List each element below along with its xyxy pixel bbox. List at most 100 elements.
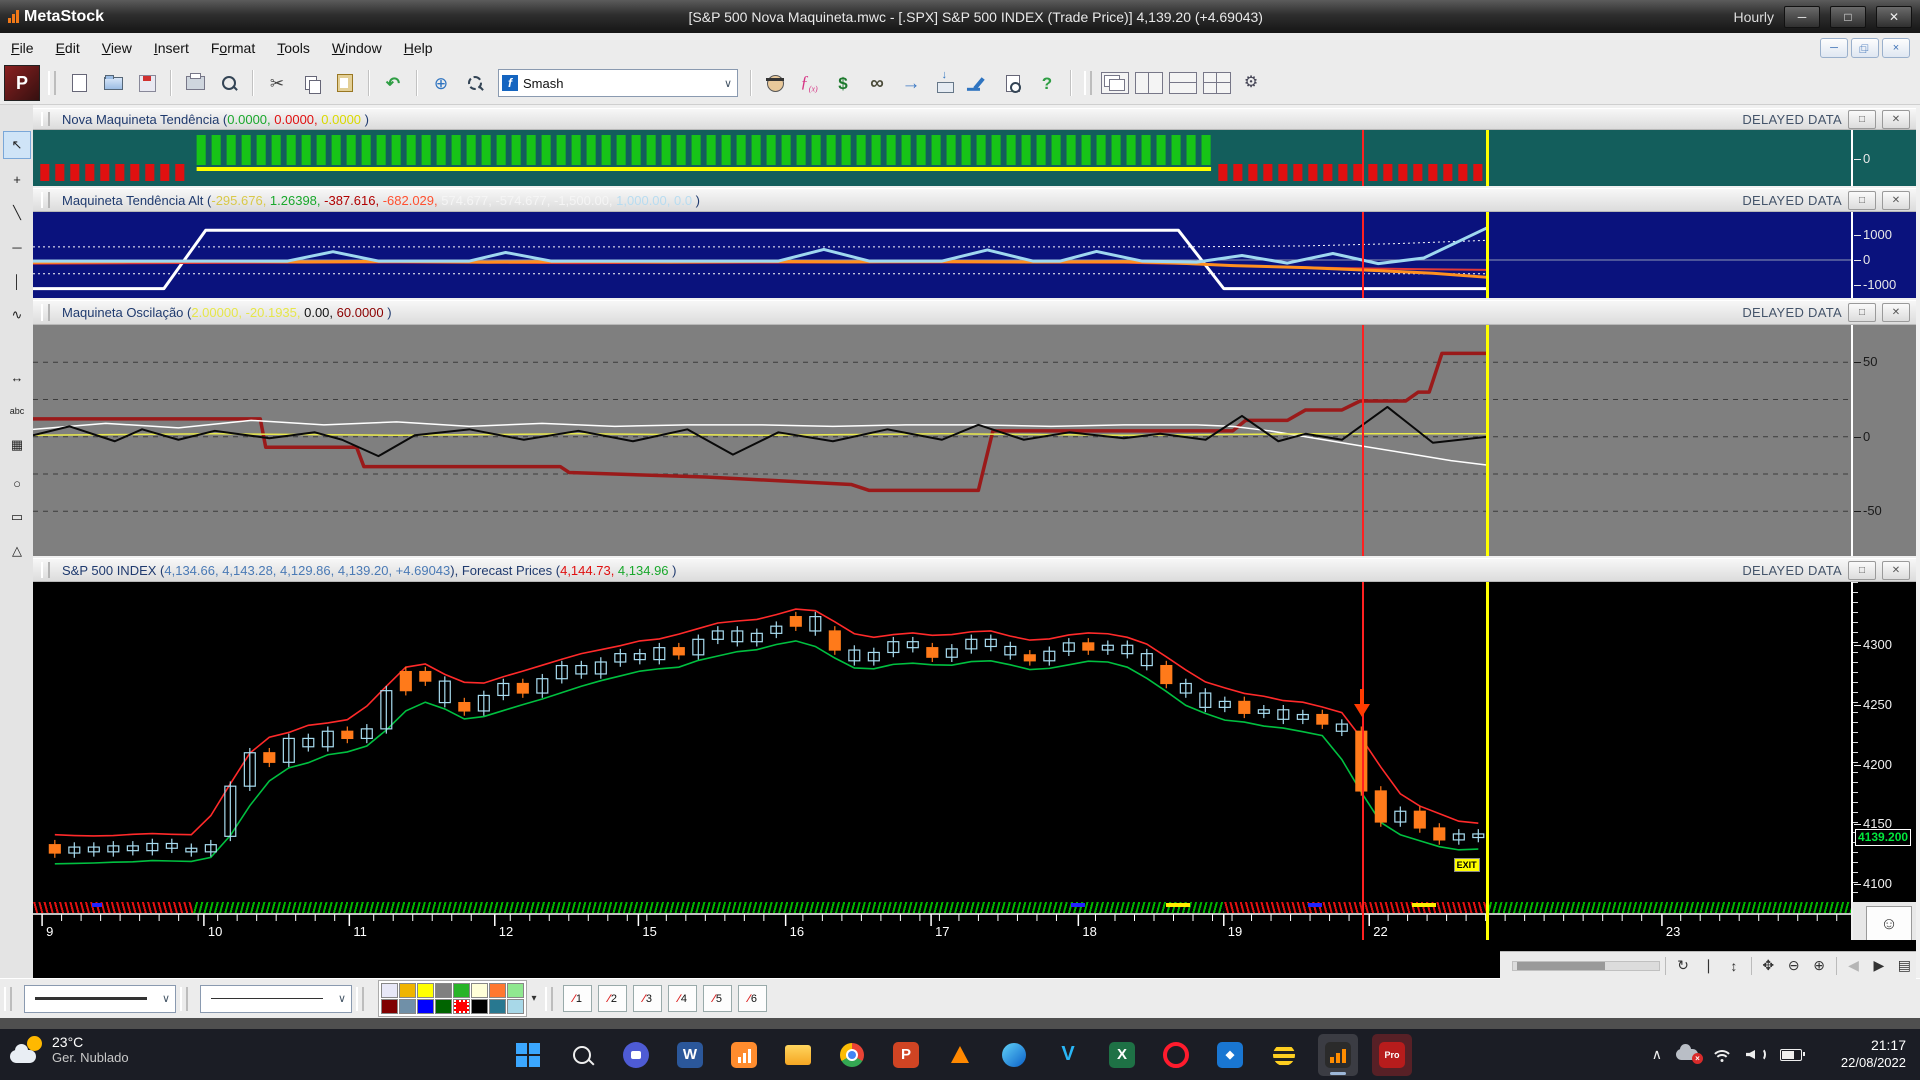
- chart-layout-6-button[interactable]: ∕ 6: [738, 985, 767, 1012]
- taskbar-app-market-app[interactable]: [724, 1034, 764, 1076]
- tool-trendline[interactable]: ╲: [3, 199, 31, 227]
- zoom-out-button[interactable]: ⊖: [1782, 955, 1805, 977]
- mdi-close-button[interactable]: ×: [1882, 37, 1910, 58]
- save-button[interactable]: [132, 68, 162, 98]
- tool-vertical-line[interactable]: │: [3, 267, 31, 295]
- tool-text-tool[interactable]: abc: [3, 397, 31, 425]
- mdi-minimize-button[interactable]: ─: [1820, 37, 1848, 58]
- refresh-button[interactable]: ↻: [1671, 955, 1694, 977]
- print-button[interactable]: [180, 68, 210, 98]
- color-swatch[interactable]: [453, 983, 470, 998]
- taskbar-app-bee[interactable]: [1264, 1034, 1304, 1076]
- dollar-quotes-button[interactable]: $: [828, 68, 858, 98]
- panel-close-button[interactable]: ✕: [1882, 560, 1910, 580]
- color-swatch[interactable]: [435, 999, 452, 1014]
- explorer-button[interactable]: [760, 68, 790, 98]
- color-swatch[interactable]: [453, 999, 470, 1014]
- color-swatch[interactable]: [489, 999, 506, 1014]
- taskbar-app-chat[interactable]: [616, 1034, 656, 1076]
- tool-horizontal-line[interactable]: ─: [3, 233, 31, 261]
- taskbar-app-start[interactable]: [508, 1034, 548, 1076]
- cut-button[interactable]: ✂: [262, 68, 292, 98]
- tool-grid-tool[interactable]: ▦: [3, 431, 31, 459]
- volume-icon[interactable]: [1746, 1048, 1766, 1061]
- zoom-in-button[interactable]: ⊕: [1807, 955, 1830, 977]
- copy-button[interactable]: [296, 68, 326, 98]
- menu-file[interactable]: File: [0, 35, 45, 61]
- status-grip[interactable]: [545, 986, 553, 1011]
- downloader-button[interactable]: [930, 68, 960, 98]
- palette-dropdown-arrow[interactable]: ▾: [527, 982, 541, 1016]
- taskbar-app-powerpoint[interactable]: P: [886, 1034, 926, 1076]
- color-swatch[interactable]: [507, 999, 524, 1014]
- panel-restore-button[interactable]: □: [1848, 190, 1876, 210]
- menu-format[interactable]: Format: [200, 35, 266, 61]
- color-swatch[interactable]: [435, 983, 452, 998]
- tool-triangle-tool[interactable]: △: [3, 537, 31, 565]
- color-swatch[interactable]: [381, 983, 398, 998]
- chart-layout-5-button[interactable]: ∕ 5: [703, 985, 732, 1012]
- taskbar-app-vlc[interactable]: [940, 1034, 980, 1076]
- taskbar-app-excel[interactable]: X: [1102, 1034, 1142, 1076]
- taskbar-app-chrome[interactable]: [832, 1034, 872, 1076]
- toolbar-grip[interactable]: [1084, 71, 1092, 95]
- color-swatch[interactable]: [471, 983, 488, 998]
- split-button[interactable]: ❘: [1697, 955, 1720, 977]
- status-grip[interactable]: [180, 986, 188, 1011]
- cascade-windows-button[interactable]: [1100, 68, 1130, 98]
- panel-close-button[interactable]: ✕: [1882, 109, 1910, 129]
- tool-crosshair[interactable]: +: [3, 165, 31, 193]
- taskbar-app-vscode[interactable]: V: [1048, 1034, 1088, 1076]
- onedrive-error-icon[interactable]: ×: [1676, 1044, 1703, 1064]
- layout-menu-button[interactable]: ▤: [1893, 955, 1916, 977]
- new-chart-button[interactable]: [64, 68, 94, 98]
- status-grip[interactable]: [356, 986, 364, 1011]
- color-swatch[interactable]: [489, 983, 506, 998]
- color-swatch[interactable]: [399, 983, 416, 998]
- paste-button[interactable]: [330, 68, 360, 98]
- panel-header-grip[interactable]: [41, 192, 50, 208]
- panel-header-grip[interactable]: [41, 112, 50, 126]
- taskbar-app-explorer[interactable]: [778, 1034, 818, 1076]
- close-button[interactable]: ✕: [1876, 5, 1912, 28]
- power-console-icon[interactable]: P: [4, 65, 40, 101]
- toolbar-grip[interactable]: [48, 71, 56, 95]
- vertical-zoom-button[interactable]: ↕: [1722, 955, 1745, 977]
- expert-advisor-button[interactable]: ☺: [1866, 906, 1912, 942]
- system-tester-button[interactable]: [964, 68, 994, 98]
- scan-securities-button[interactable]: ∞: [862, 68, 892, 98]
- plot-nova-maquineta-tendencia[interactable]: [33, 130, 1853, 186]
- line-style-combo[interactable]: ∨: [24, 984, 176, 1013]
- layout-options-button[interactable]: ⚙: [1236, 68, 1266, 98]
- taskbar-app-metastock[interactable]: [1318, 1033, 1358, 1076]
- scrollbar-thumb[interactable]: [1517, 961, 1605, 970]
- page-prev-button[interactable]: ◀: [1842, 955, 1865, 977]
- mdi-restore-button[interactable]: □: [1851, 37, 1879, 58]
- print-preview-button[interactable]: [214, 68, 244, 98]
- menu-view[interactable]: View: [91, 35, 143, 61]
- menu-tools[interactable]: Tools: [266, 35, 321, 61]
- menu-insert[interactable]: Insert: [143, 35, 200, 61]
- tile-vertical-button[interactable]: [1134, 68, 1164, 98]
- chart-layout-2-button[interactable]: ∕ 2: [598, 985, 627, 1012]
- taskbar-app-opera[interactable]: [1156, 1034, 1196, 1076]
- taskbar-app-photos[interactable]: ◆: [1210, 1034, 1250, 1076]
- price-scale-maquineta-tendencia-alt[interactable]: 1000 0 -1000: [1853, 212, 1916, 298]
- crosshair-button[interactable]: ⊕: [426, 68, 456, 98]
- color-swatch[interactable]: [417, 983, 434, 998]
- tray-chevron-icon[interactable]: ∧: [1652, 1046, 1662, 1063]
- panel-header-grip[interactable]: [41, 562, 50, 578]
- line-weight-combo[interactable]: ∨: [200, 984, 352, 1013]
- color-swatch[interactable]: [381, 999, 398, 1014]
- wifi-icon[interactable]: [1711, 1048, 1733, 1062]
- taskbar-app-metastock-pro[interactable]: Pro: [1372, 1033, 1412, 1076]
- tile-horizontal-button[interactable]: [1168, 68, 1198, 98]
- page-next-button[interactable]: ▶: [1867, 955, 1890, 977]
- status-grip[interactable]: [4, 986, 12, 1011]
- chart-layout-4-button[interactable]: ∕ 4: [668, 985, 697, 1012]
- tool-pointer[interactable]: ↖: [3, 131, 31, 159]
- forecast-arrow-button[interactable]: →: [896, 68, 926, 98]
- price-scale-maquineta-oscilacao[interactable]: 50 0 -50: [1853, 325, 1916, 556]
- price-scale-sp500-index[interactable]: 4300 4250 4200 4150 4100 4139.200: [1853, 582, 1916, 902]
- horizontal-scrollbar[interactable]: [1512, 960, 1661, 971]
